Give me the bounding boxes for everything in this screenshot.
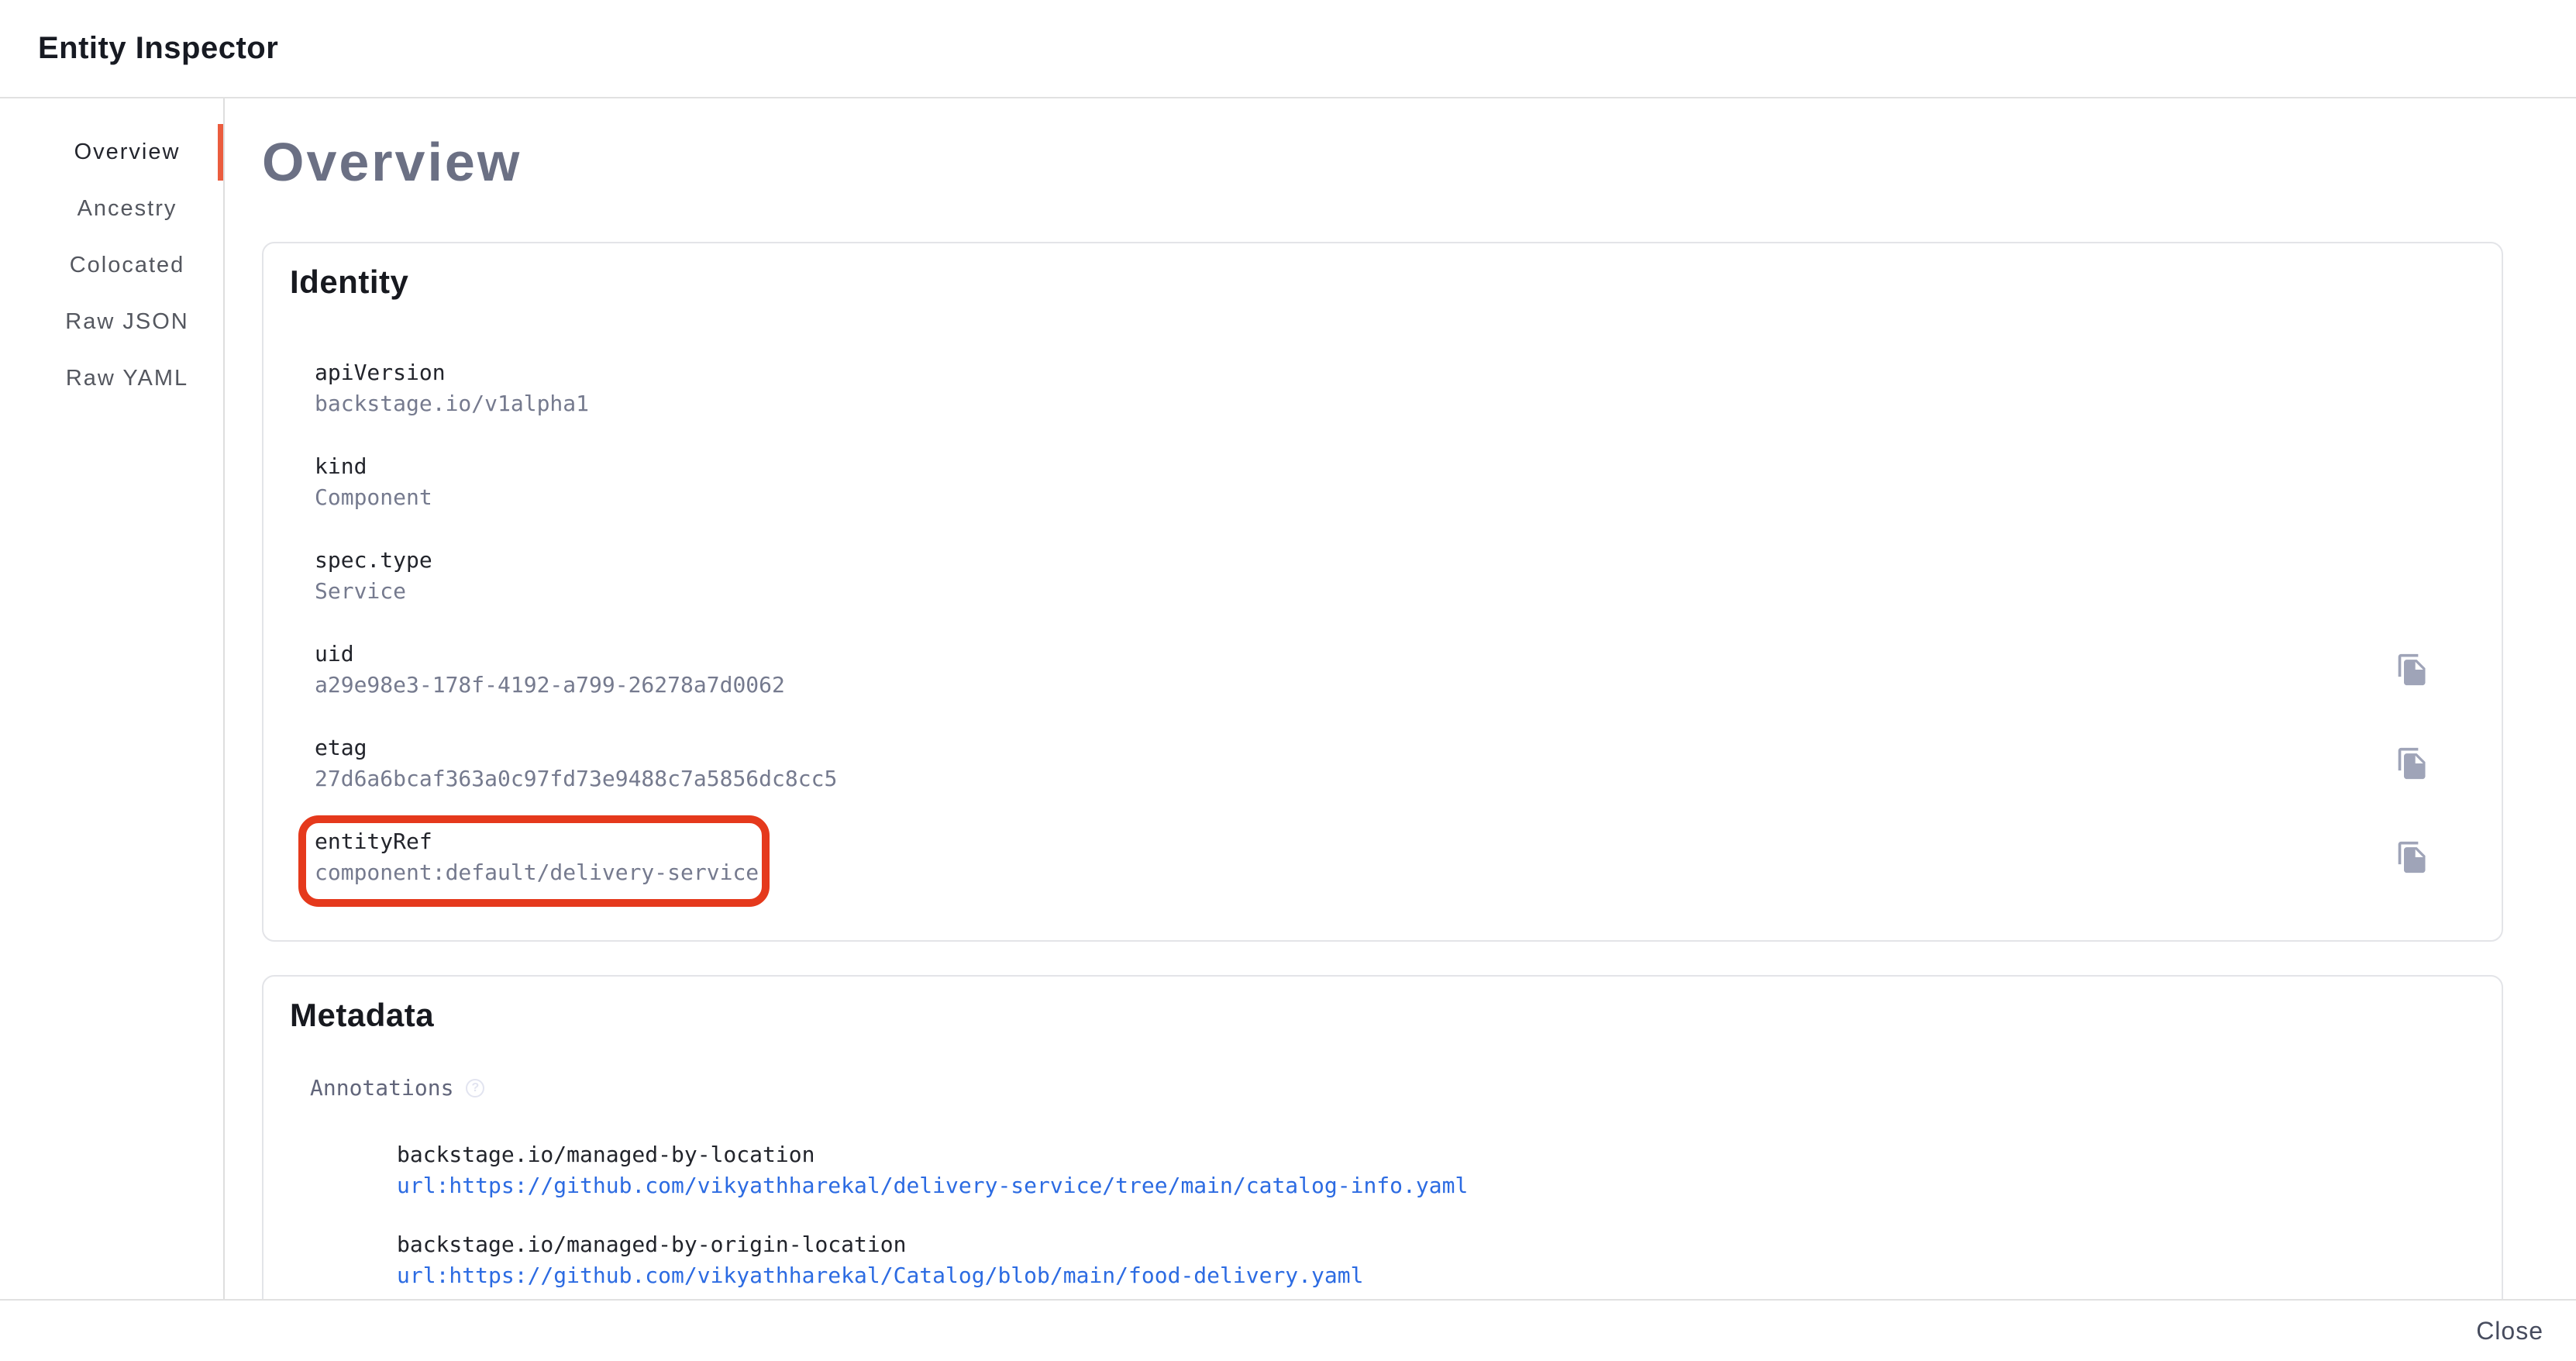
metadata-card-title: Metadata <box>290 998 2475 1032</box>
copy-uid-button[interactable] <box>2395 653 2430 687</box>
sidebar-item-label: Colocated <box>70 253 185 278</box>
field-label: entityRef <box>315 826 759 857</box>
annotation-value-link[interactable]: url:https://github.com/vikyathharekal/de… <box>397 1170 1468 1201</box>
annotations-label: Annotations <box>310 1073 453 1104</box>
sidebar-item-colocated[interactable]: Colocated <box>31 237 223 294</box>
annotations-header: Annotations <box>310 1073 2475 1104</box>
page-title: Overview <box>262 129 2503 195</box>
identity-fields: apiVersion backstage.io/v1alpha1 kind Co… <box>290 357 2475 888</box>
sidebar-item-label: Raw JSON <box>65 309 188 335</box>
sidebar-item-label: Raw YAML <box>66 366 188 391</box>
sidebar-item-raw-yaml[interactable]: Raw YAML <box>31 350 223 407</box>
field-label: apiVersion <box>315 357 589 388</box>
identity-card-title: Identity <box>290 265 2475 299</box>
field-value: Component <box>315 482 432 513</box>
overview-panel: Overview Identity apiVersion backstage.i… <box>225 98 2576 1299</box>
copy-etag-button[interactable] <box>2395 746 2430 780</box>
field-label: uid <box>315 639 785 670</box>
help-icon[interactable] <box>466 1079 484 1097</box>
inspector-sidebar: Overview Ancestry Colocated Raw JSON Raw… <box>0 98 225 1299</box>
active-tab-indicator <box>218 124 223 181</box>
sidebar-item-ancestry[interactable]: Ancestry <box>31 181 223 237</box>
copy-entityref-button[interactable] <box>2395 840 2430 874</box>
sidebar-item-label: Overview <box>74 140 181 165</box>
field-label: kind <box>315 451 432 482</box>
field-row-kind: kind Component <box>315 451 2475 513</box>
field-value: 27d6a6bcaf363a0c97fd73e9488c7a5856dc8cc5 <box>315 763 837 794</box>
field-row-entityref: entityRef component:default/delivery-ser… <box>315 826 2475 888</box>
field-value: component:default/delivery-service <box>315 857 759 888</box>
file-copy-icon <box>2395 840 2430 874</box>
field-row-uid: uid a29e98e3-178f-4192-a799-26278a7d0062 <box>315 639 2475 701</box>
annotation-key: backstage.io/managed-by-location <box>397 1139 2475 1170</box>
field-row-etag: etag 27d6a6bcaf363a0c97fd73e9488c7a5856d… <box>315 732 2475 794</box>
field-label: etag <box>315 732 837 763</box>
sidebar-item-overview[interactable]: Overview <box>31 124 223 181</box>
field-value: a29e98e3-178f-4192-a799-26278a7d0062 <box>315 670 785 701</box>
dialog-content: Overview Ancestry Colocated Raw JSON Raw… <box>0 98 2576 1299</box>
sidebar-item-raw-json[interactable]: Raw JSON <box>31 294 223 350</box>
sidebar-item-label: Ancestry <box>77 196 177 222</box>
close-button[interactable]: Close <box>2465 1308 2554 1355</box>
file-copy-icon <box>2395 653 2430 687</box>
identity-card: Identity apiVersion backstage.io/v1alpha… <box>262 242 2503 942</box>
annotation-key: backstage.io/managed-by-origin-location <box>397 1229 2475 1260</box>
annotation-value-link[interactable]: url:https://github.com/vikyathharekal/Ca… <box>397 1260 1363 1291</box>
field-value: backstage.io/v1alpha1 <box>315 388 589 419</box>
field-label: spec.type <box>315 545 432 576</box>
dialog-footer: Close <box>0 1299 2576 1361</box>
metadata-card: Metadata Annotations backstage.io/manage… <box>262 975 2503 1299</box>
field-row-spec-type: spec.type Service <box>315 545 2475 607</box>
dialog-header: Entity Inspector <box>0 0 2576 98</box>
field-value: Service <box>315 576 432 607</box>
annotation-managed-by-origin-location: backstage.io/managed-by-origin-location … <box>397 1229 2475 1291</box>
annotation-managed-by-location: backstage.io/managed-by-location url:htt… <box>397 1139 2475 1201</box>
file-copy-icon <box>2395 746 2430 780</box>
dialog-title: Entity Inspector <box>38 31 278 66</box>
field-row-apiversion: apiVersion backstage.io/v1alpha1 <box>315 357 2475 419</box>
